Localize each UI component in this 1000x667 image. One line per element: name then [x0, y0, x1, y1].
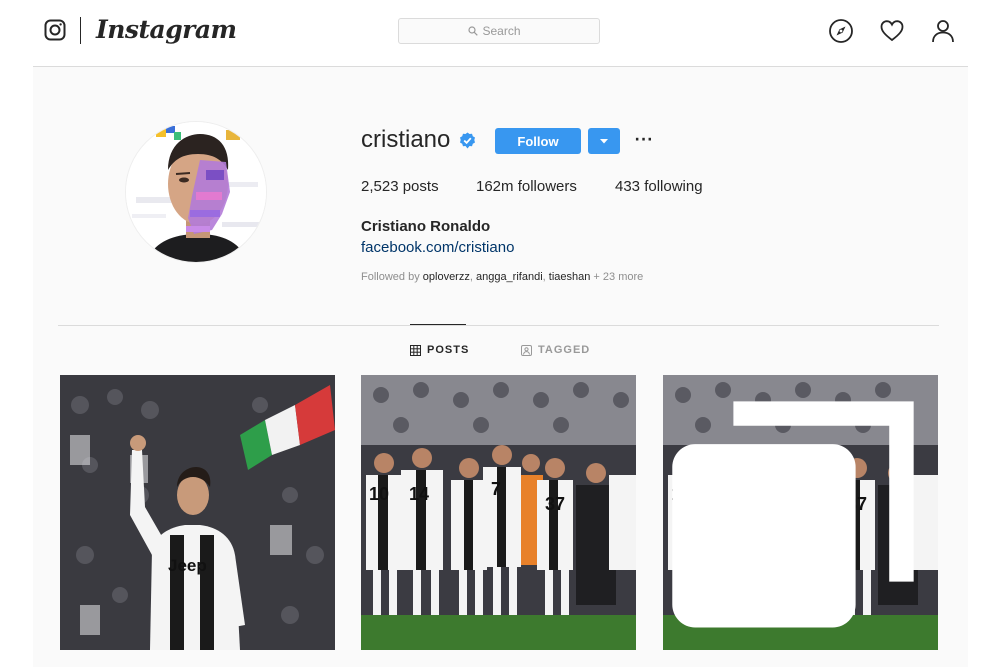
followers-count-label: followers: [517, 178, 577, 195]
jersey-number: 10: [369, 484, 389, 504]
search-bar[interactable]: [398, 18, 600, 44]
active-tab-indicator: [410, 324, 466, 325]
search-input[interactable]: [482, 24, 531, 38]
posts-count-value: 2,523: [361, 178, 399, 195]
followed-by-name[interactable]: tiaeshan: [549, 271, 591, 283]
search-icon: [467, 26, 478, 36]
grid-icon: [410, 344, 421, 356]
bio-link[interactable]: facebook.com/cristiano: [361, 239, 514, 256]
followed-by-line[interactable]: Followed by oploverzz, angga_rifandi, ti…: [361, 271, 643, 283]
top-nav-bar: Instagram: [0, 0, 1000, 64]
posts-count: 2,523 posts: [361, 178, 439, 195]
tab-posts[interactable]: POSTS: [410, 344, 469, 356]
more-options-button[interactable]: ···: [632, 130, 656, 150]
post-thumbnail[interactable]: Jeep: [60, 375, 335, 650]
post-thumbnail[interactable]: 10 14 7 37: [663, 375, 938, 650]
profile-full-name: Cristiano Ronaldo: [361, 218, 491, 235]
following-count[interactable]: 433 following: [615, 178, 703, 195]
tabs-divider: [58, 325, 939, 326]
followed-by-prefix: Followed by: [361, 271, 420, 283]
instagram-glyph-icon[interactable]: [44, 19, 66, 41]
profile-person-icon[interactable]: [930, 18, 956, 44]
post-image: 10 14 7 37: [361, 375, 636, 650]
followers-count-value: 162m: [476, 178, 514, 195]
posts-count-label: posts: [402, 178, 439, 195]
jersey-sponsor-text: Jeep: [168, 556, 207, 575]
tab-tagged-label: TAGGED: [538, 344, 591, 356]
post-thumbnail[interactable]: 10 14 7 37: [361, 375, 636, 650]
tab-tagged[interactable]: TAGGED: [521, 344, 590, 356]
avatar-image: [126, 122, 266, 262]
following-count-label: following: [644, 178, 703, 195]
followers-count[interactable]: 162m followers: [476, 178, 577, 195]
followed-by-name[interactable]: oploverzz: [423, 271, 470, 283]
instagram-wordmark[interactable]: Instagram: [96, 15, 237, 44]
jersey-number: 14: [409, 484, 429, 504]
suggested-accounts-dropdown-button[interactable]: [588, 128, 620, 154]
explore-compass-icon[interactable]: [828, 18, 854, 44]
verified-badge-icon: [460, 132, 475, 149]
logo-divider: [80, 17, 81, 44]
activity-heart-icon[interactable]: [879, 18, 905, 44]
profile-avatar[interactable]: [125, 121, 267, 263]
followed-by-more[interactable]: + 23 more: [593, 271, 643, 283]
followed-by-name[interactable]: angga_rifandi: [476, 271, 543, 283]
post-image: Jeep: [60, 375, 335, 650]
tab-posts-label: POSTS: [427, 344, 470, 356]
profile-username: cristiano: [361, 126, 451, 153]
tagged-person-icon: [521, 344, 532, 356]
following-count-value: 433: [615, 178, 641, 195]
chevron-down-icon: [600, 139, 608, 144]
jersey-number: 7: [491, 479, 501, 499]
jersey-number: 37: [545, 494, 565, 514]
follow-button[interactable]: Follow: [495, 128, 581, 154]
carousel-multiple-icon: [672, 401, 914, 628]
